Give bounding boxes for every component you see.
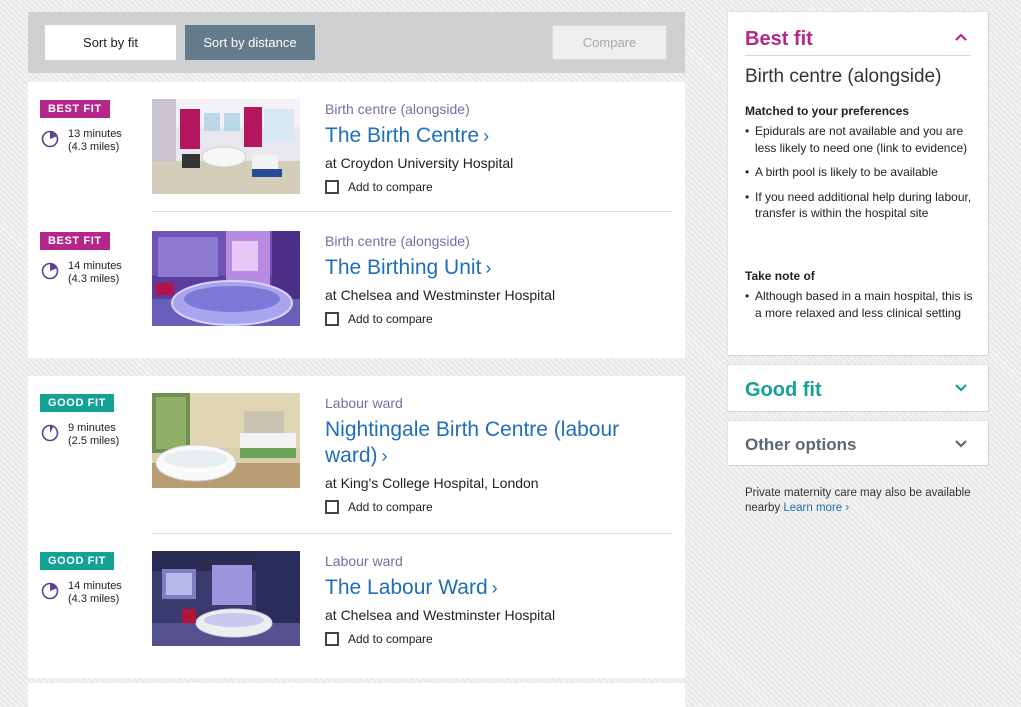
- chevron-up-icon[interactable]: [954, 32, 968, 42]
- other-options-heading[interactable]: Other options: [745, 435, 856, 455]
- list-item: If you need additional help during labou…: [745, 189, 974, 222]
- birthing-unit-photo[interactable]: [152, 231, 300, 326]
- unit-type: Birth centre (alongside): [325, 101, 470, 117]
- list-item: Although based in a main hospital, this …: [745, 288, 974, 321]
- learn-more-link[interactable]: Learn more ›: [783, 502, 849, 514]
- nightingale-birth-centre-photo[interactable]: [152, 393, 300, 488]
- compare-checkbox[interactable]: [325, 180, 339, 194]
- compare-checkbox[interactable]: [325, 632, 339, 646]
- unit-type: Labour ward: [325, 553, 403, 569]
- unit-title-link[interactable]: The Labour Ward ›: [325, 575, 498, 601]
- travel-time: 14 minutes: [68, 260, 122, 272]
- add-to-compare-toggle[interactable]: Add to compare: [325, 312, 433, 326]
- list-item: A birth pool is likely to be available: [745, 164, 974, 181]
- travel-distance: (4.3 miles): [68, 141, 120, 153]
- travel-time-icon: [41, 424, 59, 442]
- travel-time: 13 minutes: [68, 128, 122, 140]
- compare-label: Add to compare: [348, 180, 433, 194]
- chevron-down-icon[interactable]: [954, 439, 968, 449]
- unit-title-link[interactable]: The Birthing Unit ›: [325, 255, 491, 281]
- best-fit-accordion: Best fit Birth centre (alongside) Matche…: [728, 12, 988, 355]
- take-note-list: Although based in a main hospital, this …: [745, 288, 974, 329]
- labour-ward-photo[interactable]: [152, 551, 300, 646]
- birth-centre-photo[interactable]: [152, 99, 300, 194]
- travel-distance: (4.3 miles): [68, 273, 120, 285]
- compare-label: Add to compare: [348, 500, 433, 514]
- result-card: GOOD FIT 14 minutes (4.3 miles) Labour w…: [28, 534, 685, 664]
- chevron-right-icon: ›: [381, 446, 388, 466]
- good-fit-badge: GOOD FIT: [40, 394, 114, 412]
- result-card: BEST FIT 14 minutes (4.3 miles) Birth ce…: [28, 214, 685, 344]
- best-fit-unit-type: Birth centre (alongside): [745, 66, 942, 87]
- compare-label: Add to compare: [348, 632, 433, 646]
- hospital-name: at Chelsea and Westminster Hospital: [325, 607, 556, 623]
- hospital-name: at Croydon University Hospital: [325, 155, 514, 171]
- add-to-compare-toggle[interactable]: Add to compare: [325, 180, 433, 194]
- good-fit-accordion[interactable]: Good fit: [728, 365, 988, 411]
- best-fit-results-panel: BEST FIT 13 minutes (4.3 miles) Birth ce…: [28, 82, 685, 358]
- good-fit-badge: GOOD FIT: [40, 552, 114, 570]
- sort-toolbar: Sort by fit Sort by distance Compare: [28, 12, 685, 73]
- best-fit-heading[interactable]: Best fit: [745, 28, 813, 51]
- travel-distance: (4.3 miles): [68, 593, 120, 605]
- travel-time: 14 minutes: [68, 580, 122, 592]
- unit-title-link[interactable]: The Birth Centre ›: [325, 123, 489, 149]
- chevron-right-icon: ›: [483, 126, 490, 146]
- add-to-compare-toggle[interactable]: Add to compare: [325, 500, 433, 514]
- add-to-compare-toggle[interactable]: Add to compare: [325, 632, 433, 646]
- chevron-right-icon: ›: [845, 501, 850, 514]
- divider: [745, 55, 971, 56]
- sort-by-fit-button[interactable]: Sort by fit: [45, 25, 176, 60]
- chevron-right-icon: ›: [491, 578, 498, 598]
- unit-title-link[interactable]: Nightingale Birth Centre (labour ward) ›: [325, 417, 645, 469]
- compare-checkbox[interactable]: [325, 312, 339, 326]
- matched-preferences-heading: Matched to your preferences: [745, 104, 910, 118]
- list-item: Epidurals are not available and you are …: [745, 123, 974, 156]
- matched-preferences-list: Epidurals are not available and you are …: [745, 123, 974, 230]
- travel-time-icon: [41, 582, 59, 600]
- hospital-name: at Chelsea and Westminster Hospital: [325, 287, 556, 303]
- best-fit-badge: BEST FIT: [40, 100, 110, 118]
- best-fit-badge: BEST FIT: [40, 232, 110, 250]
- other-options-accordion[interactable]: Other options: [728, 421, 988, 465]
- good-fit-results-panel: GOOD FIT 9 minutes (2.5 miles) Labour wa…: [28, 376, 685, 678]
- travel-time-icon: [41, 130, 59, 148]
- private-care-text: Private maternity care may also be avail…: [745, 487, 971, 514]
- take-note-heading: Take note of: [745, 269, 815, 283]
- good-fit-heading[interactable]: Good fit: [745, 379, 822, 402]
- compare-button[interactable]: Compare: [552, 25, 667, 60]
- result-card: BEST FIT 13 minutes (4.3 miles) Birth ce…: [28, 82, 685, 212]
- chevron-down-icon[interactable]: [954, 383, 968, 393]
- unit-type: Birth centre (alongside): [325, 233, 470, 249]
- result-card: GOOD FIT 9 minutes (2.5 miles) Labour wa…: [28, 376, 685, 534]
- compare-label: Add to compare: [348, 312, 433, 326]
- chevron-right-icon: ›: [485, 258, 492, 278]
- travel-distance: (2.5 miles): [68, 435, 120, 447]
- hospital-name: at King's College Hospital, London: [325, 475, 539, 491]
- compare-checkbox[interactable]: [325, 500, 339, 514]
- unit-type: Labour ward: [325, 395, 403, 411]
- more-results-panel: [28, 683, 685, 707]
- travel-time-icon: [41, 262, 59, 280]
- travel-time: 9 minutes: [68, 422, 116, 434]
- private-care-note: Private maternity care may also be avail…: [745, 486, 985, 515]
- sort-by-distance-button[interactable]: Sort by distance: [185, 25, 315, 60]
